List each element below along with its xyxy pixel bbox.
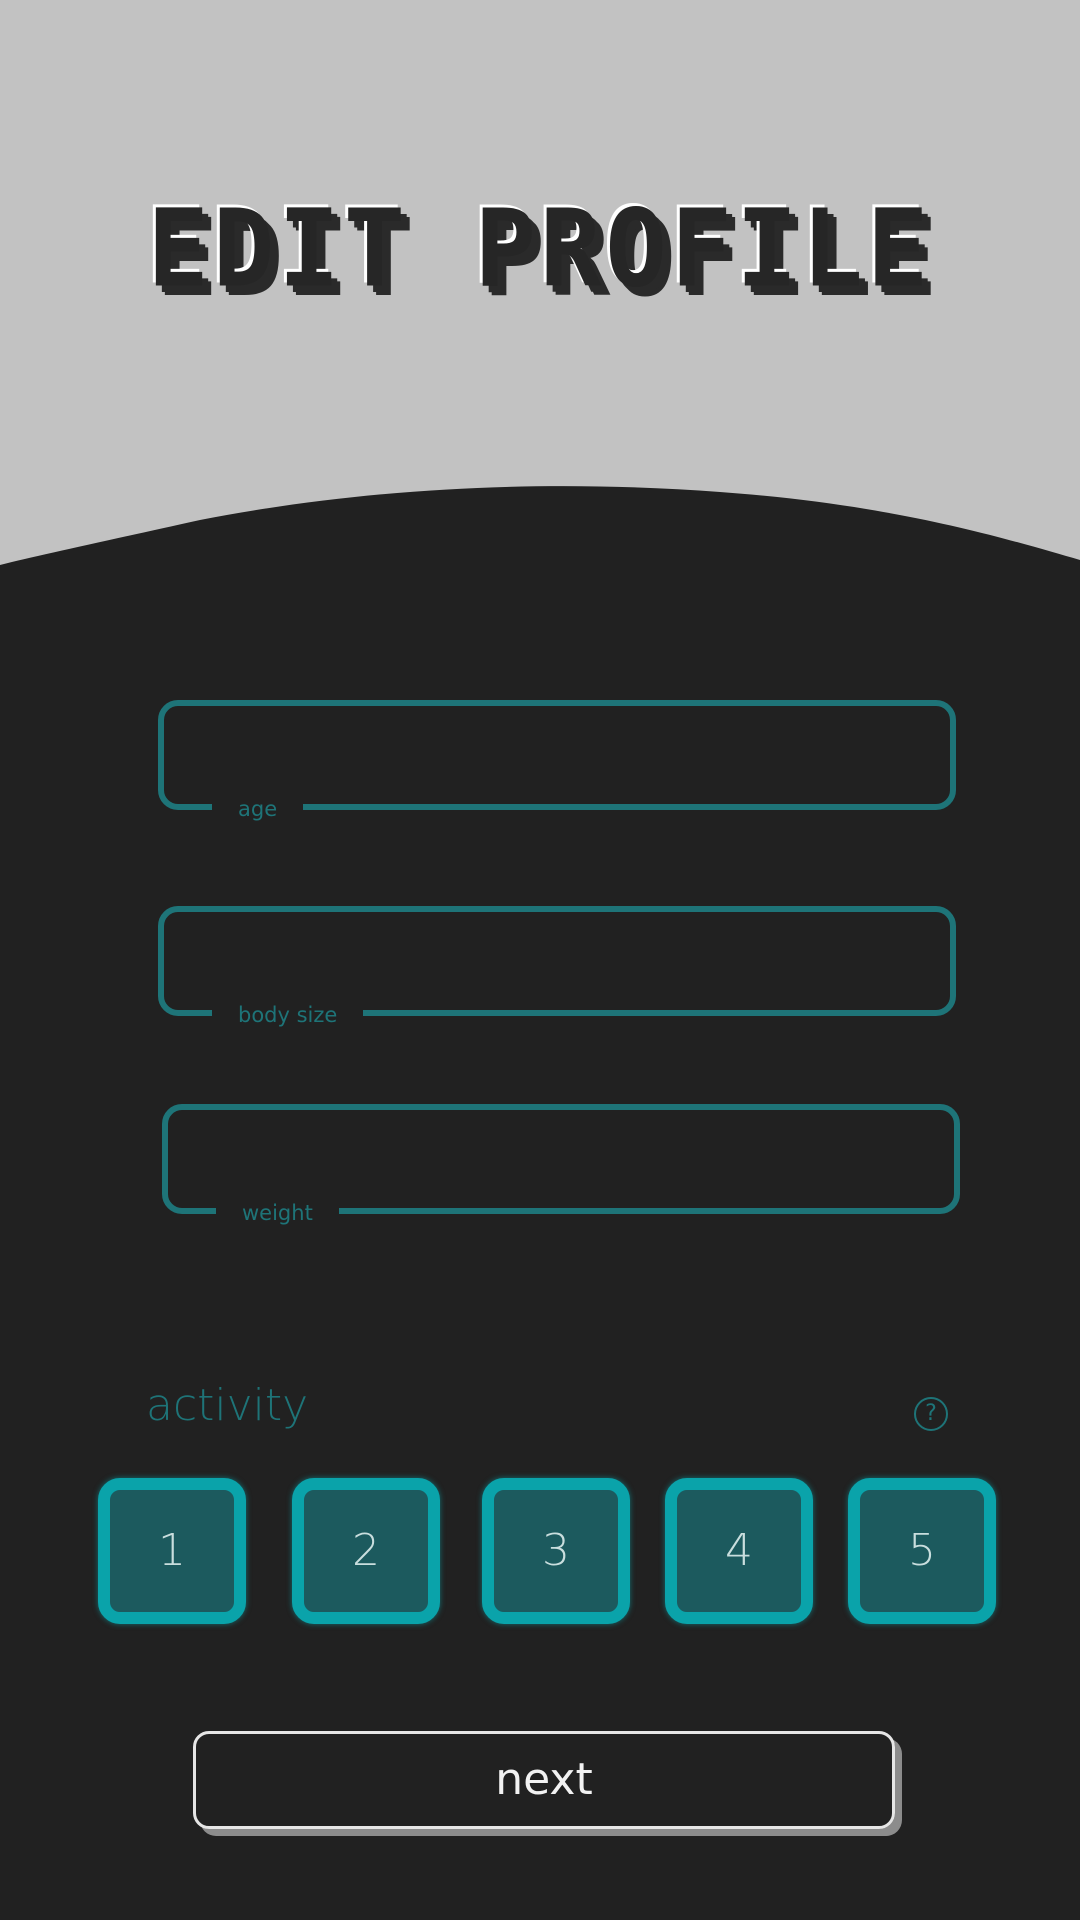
next-button[interactable]: next [193, 1731, 895, 1829]
question-circle-icon[interactable]: ? [914, 1397, 948, 1431]
body-size-field[interactable]: body size [158, 906, 956, 1030]
activity-level-5-button[interactable]: 5 [848, 1478, 996, 1624]
activity-label: activity [146, 1380, 309, 1431]
age-field[interactable]: age [158, 700, 956, 824]
weight-label: weight [216, 1198, 339, 1228]
age-label: age [212, 794, 304, 824]
body-size-input[interactable] [188, 926, 922, 988]
age-input[interactable] [188, 720, 922, 782]
body-size-label: body size [212, 1000, 364, 1030]
weight-input[interactable] [192, 1124, 926, 1186]
activity-level-1-button[interactable]: 1 [98, 1478, 246, 1624]
activity-level-4-button[interactable]: 4 [665, 1478, 813, 1624]
activity-level-2-button[interactable]: 2 [292, 1478, 440, 1624]
weight-field[interactable]: weight [162, 1104, 960, 1228]
page-title: EDIT PROFILE [147, 187, 933, 312]
activity-level-3-button[interactable]: 3 [482, 1478, 630, 1624]
